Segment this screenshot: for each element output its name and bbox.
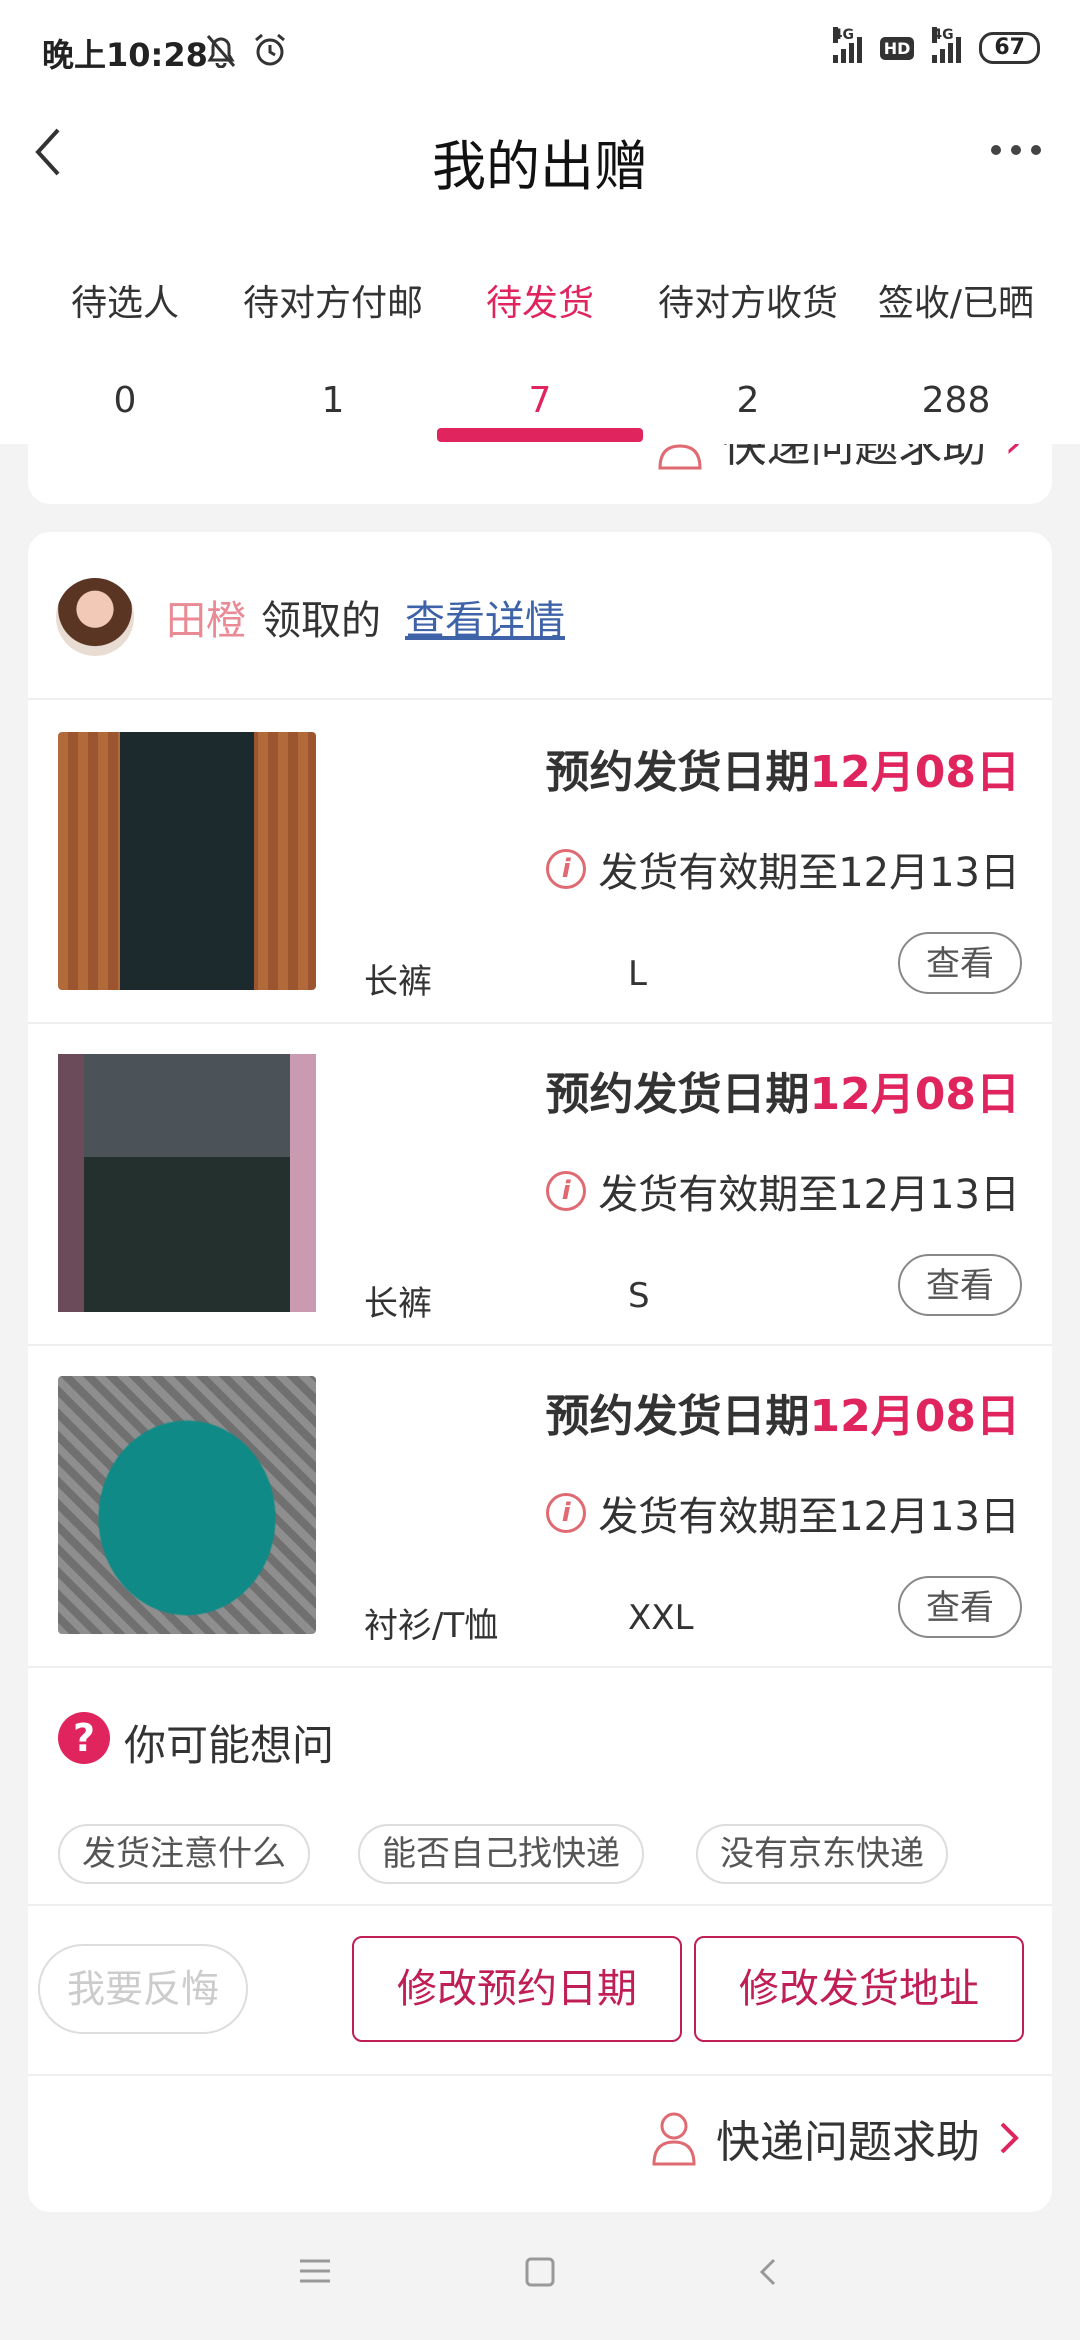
alarm-icon [255, 33, 285, 66]
valid-until: i 发货有效期至12月13日 [546, 1484, 1020, 1542]
change-date-button[interactable]: 修改预约日期 [352, 1936, 682, 2042]
item-size: S [628, 1276, 650, 1316]
hd-icon: HD [879, 36, 915, 60]
item-row: 预约发货日期12月08日 i 发货有效期至12月13日 衬衫/T恤 XXL 查看 [28, 1344, 1052, 1668]
page-title: 我的出赠 [432, 135, 648, 198]
more-icon[interactable] [986, 130, 1046, 170]
receiver-row: 田橙 领取的 查看详情 [28, 532, 1052, 700]
valid-until: i 发货有效期至12月13日 [546, 1162, 1020, 1220]
faq-chip-shipping-notes[interactable]: 发货注意什么 [58, 1824, 310, 1884]
signal-icon: 4G [832, 27, 862, 63]
person-icon [658, 444, 702, 470]
item-category: 衬衫/T恤 [364, 1606, 499, 1646]
battery-icon: 67 [979, 32, 1040, 64]
receiver-name[interactable]: 田橙 [166, 588, 246, 646]
item-photo-pants[interactable] [58, 1054, 316, 1312]
item-category: 长裤 [364, 1284, 432, 1324]
status-tabs: 待选人 0 待对方付邮 1 待发货 7 待对方收货 2 签收/已晒 288 [0, 210, 1080, 444]
info-icon: i [546, 849, 587, 889]
status-time: 晚上10:28 [42, 36, 208, 74]
regret-button[interactable]: 我要反悔 [38, 1944, 248, 2034]
previous-card: 快递问题求助 › [28, 444, 1052, 504]
person-icon [652, 2112, 696, 2166]
info-icon: i [546, 1493, 587, 1533]
view-button[interactable]: 查看 [898, 1576, 1022, 1638]
faq-chip-own-courier[interactable]: 能否自己找快递 [358, 1824, 644, 1884]
view-detail-link[interactable]: 查看详情 [405, 588, 565, 646]
back-nav-icon[interactable] [756, 2256, 780, 2288]
appointment-date: 预约发货日期12月08日 [545, 1391, 1020, 1442]
question-icon: ? [58, 1712, 110, 1764]
action-row: 我要反悔 修改预约日期 修改发货地址 [28, 1904, 1052, 2076]
tab-pending-shipment[interactable]: 待发货 7 [432, 274, 648, 421]
item-row: 预约发货日期12月08日 i 发货有效期至12月13日 长裤 S 查看 [28, 1022, 1052, 1346]
view-button[interactable]: 查看 [898, 932, 1022, 994]
courier-help-link[interactable]: 快递问题求助 › [656, 444, 1022, 474]
tab-pending-postage[interactable]: 待对方付邮 1 [225, 274, 441, 421]
tab-signed[interactable]: 签收/已晒 288 [848, 274, 1064, 421]
item-size: L [628, 954, 647, 994]
app-header: 我的出赠 [0, 100, 1080, 210]
faq-title: 你可能想问 [124, 1721, 335, 1770]
item-photo-tshirt[interactable] [58, 1376, 316, 1634]
info-icon: i [546, 1171, 587, 1211]
item-row: 预约发货日期12月08日 i 发货有效期至12月13日 长裤 L 查看 [28, 700, 1052, 1024]
taken-text: 领取的 [261, 598, 381, 644]
courier-help-link[interactable]: 快递问题求助 [650, 2106, 1022, 2170]
valid-until: i 发货有效期至12月13日 [546, 840, 1020, 898]
home-icon[interactable] [524, 2256, 556, 2288]
active-tab-indicator [437, 428, 643, 442]
mute-bell-icon [206, 35, 236, 68]
tab-pending-select[interactable]: 待选人 0 [17, 274, 233, 421]
faq-section: ? 你可能想问 发货注意什么 能否自己找快递 没有京东快递 [28, 1664, 1052, 1906]
appointment-date: 预约发货日期12月08日 [545, 1069, 1020, 1120]
chevron-right-icon [1000, 2122, 1019, 2154]
change-address-button[interactable]: 修改发货地址 [694, 1936, 1024, 2042]
appointment-date: 预约发货日期12月08日 [545, 747, 1020, 798]
item-size: XXL [628, 1598, 694, 1638]
courier-help-row: 快递问题求助 [28, 2074, 1052, 2212]
gift-card: 田橙 领取的 查看详情 预约发货日期12月08日 i 发货有效期至12月13日 … [28, 532, 1052, 2212]
avatar[interactable] [56, 578, 134, 656]
view-button[interactable]: 查看 [898, 1254, 1022, 1316]
signal-icon-2: 4G [932, 27, 962, 63]
tab-pending-receipt[interactable]: 待对方收货 2 [640, 274, 856, 421]
faq-chip-no-jd-express[interactable]: 没有京东快递 [696, 1824, 948, 1884]
status-bar: 晚上10:28 4G HD 4G 67 [0, 0, 1080, 100]
system-nav-bar [0, 2212, 1080, 2340]
menu-icon[interactable] [298, 2256, 332, 2286]
item-photo-pants[interactable] [58, 732, 316, 990]
item-category: 长裤 [364, 962, 432, 1002]
